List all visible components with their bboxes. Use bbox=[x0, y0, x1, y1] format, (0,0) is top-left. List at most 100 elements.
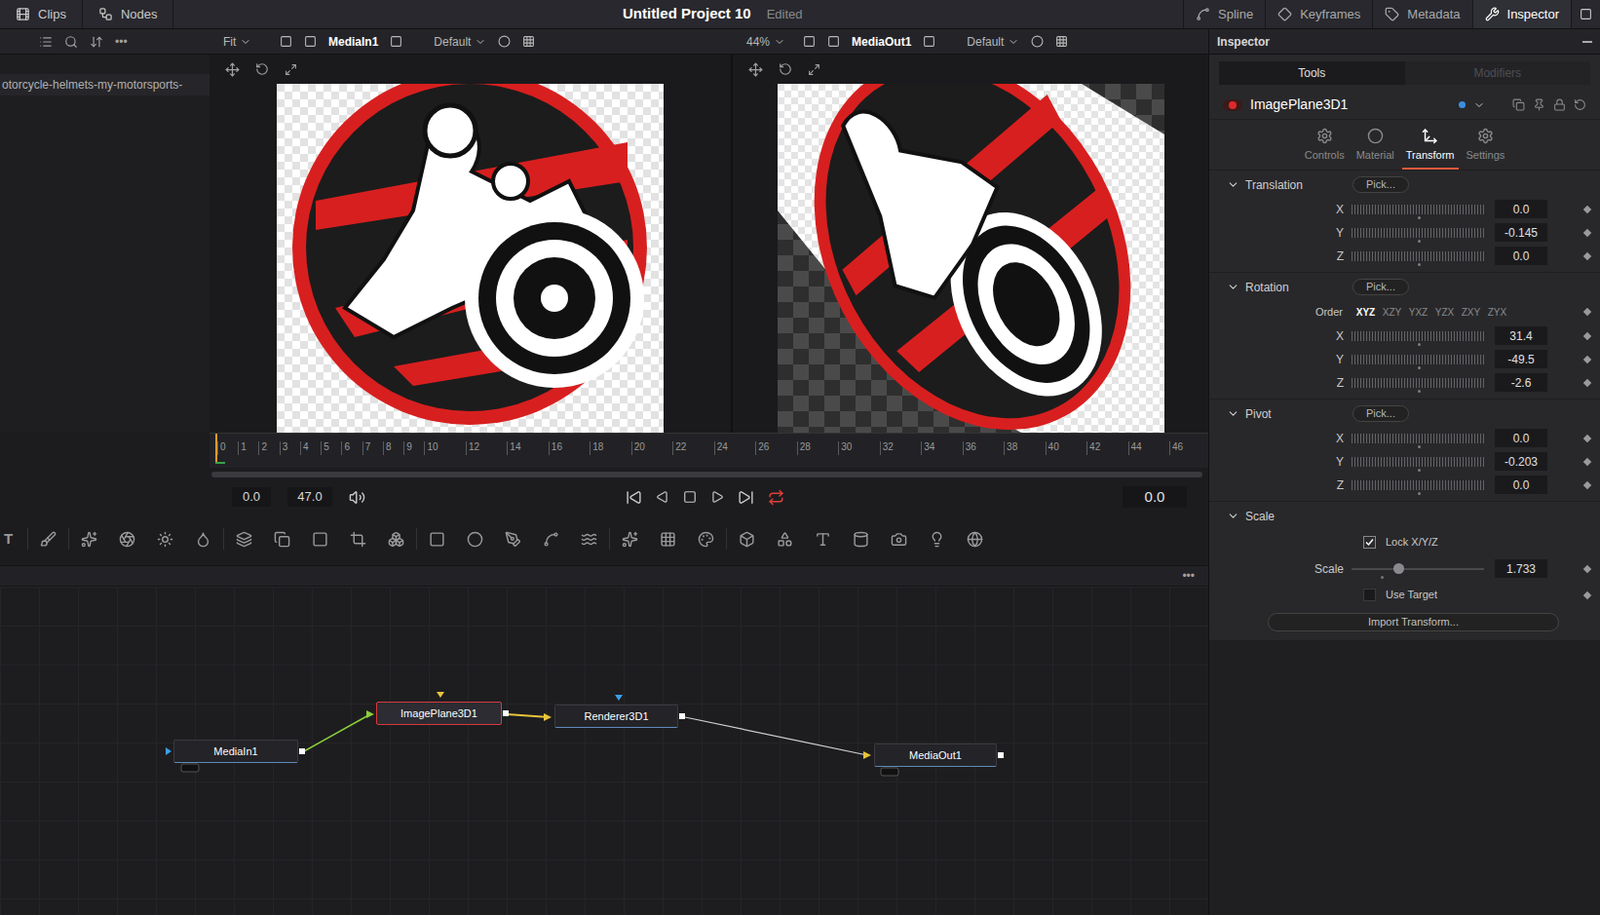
tool-icon[interactable] bbox=[118, 531, 136, 548]
zoom-select[interactable]: 44% bbox=[746, 33, 792, 51]
value-field[interactable]: 1.733 bbox=[1494, 559, 1548, 578]
keyframe-icon[interactable] bbox=[1583, 590, 1592, 599]
stereo-icon[interactable] bbox=[1030, 35, 1044, 48]
go-start-icon[interactable] bbox=[625, 489, 643, 506]
keyframe-icon[interactable] bbox=[1583, 564, 1592, 572]
tool-icon[interactable] bbox=[80, 531, 98, 548]
time-ruler[interactable]: 0123456789101214161820222426283032343638… bbox=[209, 432, 1209, 468]
search-icon[interactable] bbox=[64, 35, 78, 49]
keyframe-icon[interactable] bbox=[1583, 433, 1592, 442]
keyframe-icon[interactable] bbox=[1583, 331, 1592, 340]
keyframe-icon[interactable] bbox=[1583, 307, 1592, 316]
tool-icon[interactable] bbox=[39, 531, 57, 548]
stop-icon[interactable] bbox=[683, 490, 697, 504]
panel-toggle[interactable]: Metadata bbox=[1371, 0, 1472, 29]
tool-icon[interactable] bbox=[349, 531, 367, 548]
checkbox[interactable] bbox=[1363, 535, 1376, 549]
pick-button[interactable]: Pick... bbox=[1352, 405, 1410, 422]
tool-icon[interactable] bbox=[580, 531, 598, 548]
node-options-button[interactable]: ••• bbox=[1181, 567, 1195, 585]
go-end-icon[interactable] bbox=[737, 489, 755, 506]
value-field[interactable]: 0.0 bbox=[1494, 199, 1548, 219]
tool-icon[interactable] bbox=[621, 531, 639, 548]
start-field[interactable]: 0.0 bbox=[231, 487, 271, 507]
view-icon[interactable] bbox=[304, 35, 317, 48]
value-field[interactable]: -0.203 bbox=[1494, 452, 1548, 471]
value-slider[interactable] bbox=[1351, 354, 1485, 365]
order-option[interactable]: ZYX bbox=[1484, 304, 1511, 320]
tool-icon[interactable] bbox=[194, 531, 212, 548]
tool-icon[interactable] bbox=[542, 531, 560, 548]
lock-icon[interactable] bbox=[1553, 98, 1566, 112]
node[interactable]: Renderer3D1 bbox=[554, 704, 679, 728]
tool-icon[interactable] bbox=[697, 531, 715, 548]
pick-button[interactable]: Pick... bbox=[1352, 278, 1410, 296]
tool-icon[interactable] bbox=[235, 531, 253, 548]
value-field[interactable]: 0.0 bbox=[1494, 475, 1548, 495]
tool-icon[interactable] bbox=[852, 531, 870, 548]
order-option[interactable]: XYZ bbox=[1352, 304, 1379, 320]
keyframe-icon[interactable] bbox=[1583, 354, 1592, 363]
tool-icon[interactable] bbox=[890, 531, 908, 548]
inspector-tab[interactable]: Modifiers bbox=[1405, 61, 1592, 85]
tool-icon[interactable] bbox=[466, 531, 484, 548]
reset-icon[interactable] bbox=[255, 62, 269, 77]
pick-button[interactable]: Pick... bbox=[1352, 176, 1410, 193]
keyframe-icon[interactable] bbox=[1583, 457, 1592, 465]
panel-toggle[interactable]: Spline bbox=[1182, 0, 1265, 29]
list-view-icon[interactable] bbox=[38, 35, 53, 49]
value-slider[interactable] bbox=[1351, 228, 1485, 238]
grid-icon[interactable] bbox=[1055, 35, 1068, 48]
section-title[interactable]: Scale bbox=[1245, 507, 1347, 526]
channel-icon[interactable] bbox=[279, 35, 293, 48]
value-slider[interactable] bbox=[1351, 433, 1485, 444]
reset-icon[interactable] bbox=[1573, 98, 1587, 112]
panel-expand-icon[interactable] bbox=[1570, 0, 1600, 29]
value-slider[interactable] bbox=[1351, 251, 1485, 262]
value-field[interactable]: -49.5 bbox=[1494, 349, 1548, 369]
inspector-subtab[interactable]: Settings bbox=[1462, 127, 1510, 170]
inspector-subtab[interactable]: Material bbox=[1352, 127, 1399, 170]
lut-select[interactable]: Default bbox=[433, 33, 487, 51]
keyframe-icon[interactable] bbox=[1583, 228, 1592, 236]
value-slider[interactable] bbox=[1351, 378, 1485, 388]
value-field[interactable]: 0.0 bbox=[1494, 428, 1548, 448]
value-slider[interactable] bbox=[1351, 457, 1485, 467]
section-chevron-icon[interactable] bbox=[1226, 509, 1240, 523]
value-field[interactable]: -2.6 bbox=[1494, 373, 1548, 392]
tool-icon[interactable] bbox=[504, 531, 522, 548]
checkbox-row[interactable]: Lock X/Y/Z bbox=[1209, 529, 1600, 557]
inspector-menu-icon[interactable] bbox=[1582, 40, 1593, 43]
channel-icon[interactable] bbox=[802, 35, 816, 48]
order-option[interactable]: XZY bbox=[1378, 304, 1406, 320]
tool-icon[interactable] bbox=[928, 531, 946, 548]
node[interactable]: MediaOut1 bbox=[874, 743, 997, 767]
keyframe-icon[interactable] bbox=[1583, 480, 1592, 489]
play-reverse-icon[interactable] bbox=[655, 490, 670, 504]
end-field[interactable]: 47.0 bbox=[287, 487, 333, 507]
sort-icon[interactable] bbox=[89, 35, 104, 49]
node[interactable]: MediaIn1 bbox=[173, 739, 299, 763]
loop-icon[interactable] bbox=[767, 489, 785, 506]
import-transform-button[interactable]: Import Transform... bbox=[1267, 612, 1560, 632]
audio-icon[interactable] bbox=[348, 489, 366, 506]
tool-icon[interactable] bbox=[273, 531, 291, 548]
tool-icon[interactable] bbox=[156, 531, 174, 548]
text-tool[interactable]: T bbox=[3, 528, 28, 551]
section-title[interactable]: Pivot bbox=[1245, 405, 1347, 423]
order-option[interactable]: ZXY bbox=[1457, 304, 1485, 320]
tool-icon[interactable] bbox=[814, 531, 832, 548]
keyframe-icon[interactable] bbox=[1583, 378, 1592, 386]
more-button[interactable]: ••• bbox=[114, 33, 128, 51]
tool-icon[interactable] bbox=[738, 531, 756, 548]
fullscreen-icon[interactable] bbox=[284, 63, 298, 77]
reset-icon[interactable] bbox=[778, 62, 793, 77]
workspace-tab[interactable]: Clips bbox=[0, 0, 83, 29]
checkbox[interactable] bbox=[1363, 588, 1376, 602]
value-field[interactable]: 31.4 bbox=[1494, 326, 1548, 345]
grid-icon[interactable] bbox=[522, 35, 535, 48]
play-icon[interactable] bbox=[710, 490, 724, 504]
section-chevron-icon[interactable] bbox=[1226, 178, 1240, 191]
tool-icon[interactable] bbox=[966, 531, 984, 548]
pan-icon[interactable] bbox=[748, 62, 763, 77]
